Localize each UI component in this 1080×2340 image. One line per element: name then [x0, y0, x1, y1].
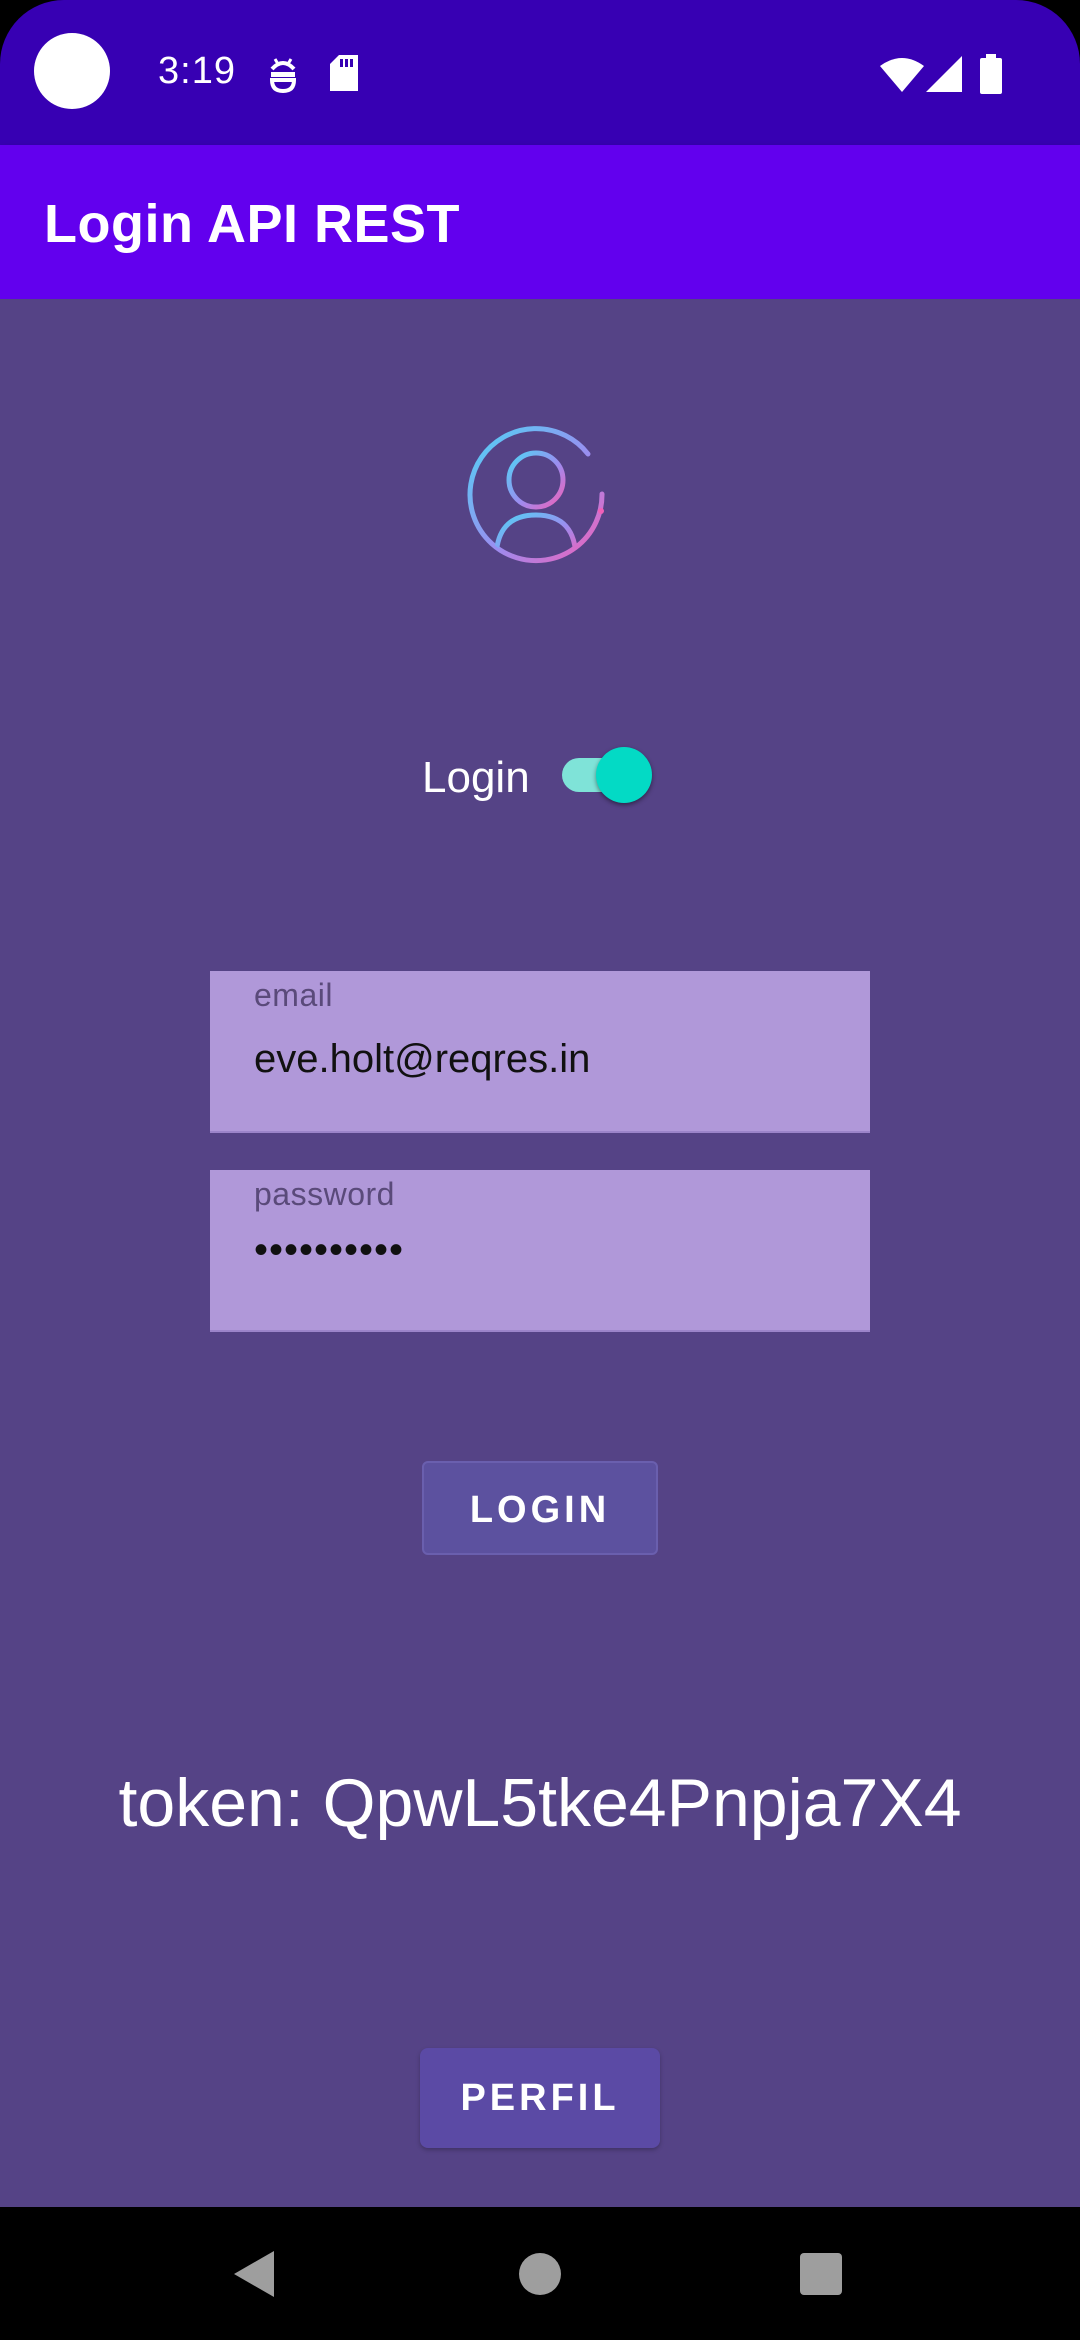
status-time: 3:19: [158, 50, 236, 92]
login-button[interactable]: LOGIN: [422, 1461, 658, 1555]
login-switch-label: Login: [422, 753, 530, 802]
sd-card-icon: [330, 55, 358, 96]
email-field[interactable]: email eve.holt@reqres.in: [210, 971, 870, 1133]
user-circle-icon: [466, 420, 614, 568]
app-bar: Login API REST: [0, 145, 1080, 299]
camera-cutout: [34, 33, 110, 109]
login-switch-row: Login: [0, 729, 1080, 829]
recents-icon[interactable]: [800, 2253, 842, 2295]
email-label: email: [254, 977, 333, 1013]
email-input[interactable]: eve.holt@reqres.in: [254, 1037, 814, 1082]
android-debug-icon: [266, 55, 300, 98]
battery-icon: [980, 54, 1002, 99]
home-icon[interactable]: [519, 2253, 561, 2295]
login-content: Login email eve.holt@reqres.in password …: [0, 299, 1080, 2207]
status-bar: 3:19: [0, 0, 1080, 145]
phone-screen: 3:19 Login API REST Login email eve.holt…: [0, 0, 1080, 2340]
password-field[interactable]: password ••••••••••: [210, 1170, 870, 1332]
switch-thumb: [596, 747, 652, 803]
navigation-bar: [0, 2207, 1080, 2340]
wifi-icon: [880, 58, 924, 97]
profile-button[interactable]: PERFIL: [420, 2048, 660, 2148]
login-switch[interactable]: [560, 743, 654, 803]
password-label: password: [254, 1176, 395, 1212]
password-input[interactable]: ••••••••••: [254, 1228, 814, 1273]
cell-signal-icon: [926, 56, 962, 97]
back-icon[interactable]: [234, 2251, 274, 2302]
app-title: Login API REST: [44, 194, 460, 254]
token-text: token: QpwL5tke4Pnpja7X4: [118, 1765, 962, 1841]
